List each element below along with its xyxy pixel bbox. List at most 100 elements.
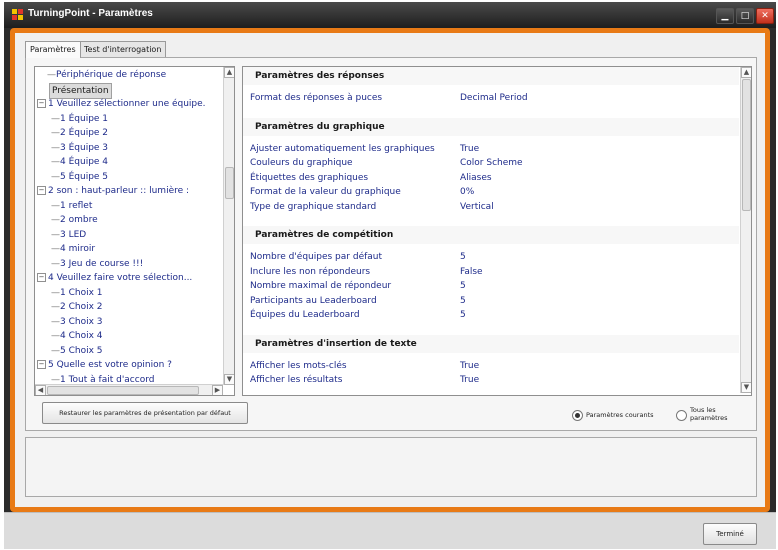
app-window: TurningPoint - Paramètres ▁ □ ✕ Paramètr…: [4, 2, 776, 549]
tree-item[interactable]: —5 Choix 5: [51, 344, 103, 358]
collapse-icon[interactable]: −: [37, 99, 46, 108]
scroll-left-icon[interactable]: ◀: [35, 385, 46, 395]
property-name[interactable]: Ajuster automatiquement les graphiques: [250, 144, 435, 154]
tree-connector: —: [51, 316, 60, 327]
tree-item-label: 3 Choix 3: [60, 316, 103, 327]
tree-item[interactable]: —3 Choix 3: [51, 315, 103, 329]
radio-current-settings[interactable]: [572, 410, 583, 421]
property-value[interactable]: True: [460, 361, 479, 371]
presentation-tree: —Périphérique de réponse Présentation −1 V…: [34, 66, 235, 396]
scroll-up-icon[interactable]: ▲: [224, 67, 234, 78]
property-value[interactable]: Decimal Period: [460, 93, 528, 103]
property-name[interactable]: Nombre d'équipes par défaut: [250, 252, 382, 262]
tree-item[interactable]: −2 son : haut-parleur :: lumière :: [37, 184, 189, 198]
close-icon[interactable]: ✕: [756, 8, 774, 24]
property-value[interactable]: 0%: [460, 187, 474, 197]
maximize-icon[interactable]: □: [736, 8, 754, 24]
property-category-title: Paramètres d'insertion de texte: [255, 338, 417, 349]
minimize-icon[interactable]: ▁: [716, 8, 734, 24]
property-name[interactable]: Nombre maximal de répondeur: [250, 281, 391, 291]
tree-connector: —: [51, 331, 60, 341]
tree-item-label: 2 son : haut-parleur :: lumière :: [48, 186, 190, 196]
tree-hscroll-thumb[interactable]: [47, 386, 199, 395]
radio-all-settings-label: Tous les paramètres: [690, 406, 728, 422]
props-scroll-up-icon[interactable]: ▲: [741, 67, 751, 78]
tree-item[interactable]: —Périphérique de réponse: [47, 68, 166, 82]
property-value[interactable]: False: [460, 267, 483, 277]
property-value[interactable]: True: [460, 375, 479, 385]
tree-item-label: 1 Veuillez sélectionner une équipe.: [48, 99, 206, 109]
tree-connector: —: [51, 244, 60, 254]
property-category-title: Paramètres du graphique: [255, 121, 385, 132]
tree-connector: —: [51, 157, 60, 167]
property-name[interactable]: Participants au Leaderboard: [250, 296, 377, 306]
tree-vertical-scrollbar[interactable]: ▲ ▼: [223, 67, 234, 385]
tree-connector: —: [51, 374, 60, 385]
property-name[interactable]: Inclure les non répondeurs: [250, 267, 370, 277]
done-button[interactable]: Terminé: [703, 523, 757, 545]
tree-item-label: 5 Quelle est votre opinion ?: [48, 360, 172, 370]
props-scroll-thumb[interactable]: [742, 79, 751, 211]
tree-item-label: 4 Choix 4: [60, 331, 103, 341]
turningpoint-logo-icon: [12, 9, 24, 21]
tree-item[interactable]: —1 Choix 1: [51, 286, 103, 300]
property-name[interactable]: Afficher les mots-clés: [250, 361, 347, 371]
tree-item[interactable]: —2 Équipe 2: [51, 126, 108, 140]
property-name[interactable]: Afficher les résultats: [250, 375, 342, 385]
tree-item[interactable]: —4 Choix 4: [51, 329, 103, 343]
window-title: TurningPoint - Paramètres: [28, 8, 153, 19]
collapse-icon[interactable]: −: [37, 273, 46, 282]
tree-item[interactable]: —2 ombre: [51, 213, 98, 227]
property-name[interactable]: Type de graphique standard: [250, 202, 376, 212]
property-value[interactable]: 5: [460, 296, 466, 306]
props-vertical-scrollbar[interactable]: ▲ ▼: [740, 67, 751, 393]
tree-item-label: 4 miroir: [60, 244, 96, 254]
tree-item[interactable]: —1 Équipe 1: [51, 112, 108, 126]
scroll-right-icon[interactable]: ▶: [212, 385, 223, 395]
tree-item-label: 3 Équipe 3: [60, 142, 109, 153]
property-value[interactable]: 5: [460, 281, 466, 291]
tree-item[interactable]: −1 Veuillez sélectionner une équipe.: [37, 97, 206, 111]
tree-connector: —: [51, 200, 60, 211]
dialog-frame: Paramètres Test d'interrogation —Périphé…: [10, 28, 770, 512]
tree-item[interactable]: —4 Équipe 4: [51, 155, 108, 169]
collapse-icon[interactable]: −: [37, 360, 46, 369]
property-value[interactable]: 5: [460, 310, 466, 320]
tree-item[interactable]: —5 Équipe 5: [51, 170, 108, 184]
tree-horizontal-scrollbar[interactable]: ◀ ▶: [35, 384, 223, 395]
collapse-icon[interactable]: −: [37, 186, 46, 195]
tree-item[interactable]: —1 reflet: [51, 199, 92, 213]
tree-item[interactable]: —3 Équipe 3: [51, 141, 108, 155]
tab-panel: —Périphérique de réponse Présentation −1 V…: [25, 57, 757, 431]
tree-item[interactable]: —4 miroir: [51, 242, 95, 256]
tab-parametres[interactable]: Paramètres: [25, 41, 81, 58]
property-name[interactable]: Équipes du Leaderboard: [250, 310, 360, 320]
property-value[interactable]: 5: [460, 252, 466, 262]
property-name[interactable]: Couleurs du graphique: [250, 158, 353, 168]
property-name[interactable]: Étiquettes des graphiques: [250, 173, 368, 183]
property-value[interactable]: Aliases: [460, 173, 492, 183]
scroll-down-icon[interactable]: ▼: [224, 374, 234, 385]
property-name[interactable]: Format des réponses à puces: [250, 93, 382, 103]
tree-item-label: 3 LED: [60, 229, 87, 240]
property-value[interactable]: Color Scheme: [460, 158, 523, 168]
tree-item[interactable]: —3 Jeu de course !!!: [51, 257, 143, 271]
property-name[interactable]: Format de la valeur du graphique: [250, 187, 401, 197]
tree-connector: —: [51, 229, 60, 240]
radio-all-settings[interactable]: [676, 410, 687, 421]
tree-item-label: 2 Choix 2: [60, 302, 103, 312]
dialog-body: Paramètres Test d'interrogation —Périphé…: [15, 33, 765, 507]
property-value[interactable]: True: [460, 144, 479, 154]
title-bar[interactable]: TurningPoint - Paramètres ▁ □ ✕: [4, 2, 776, 28]
property-value[interactable]: Vertical: [460, 202, 494, 212]
tree-item[interactable]: −5 Quelle est votre opinion ?: [37, 358, 172, 372]
restore-defaults-button[interactable]: Restaurer les paramètres de présentation…: [42, 402, 248, 424]
tab-test-interrogation[interactable]: Test d'interrogation: [79, 41, 167, 57]
tree-item[interactable]: —3 LED: [51, 228, 86, 242]
tree-item[interactable]: −4 Veuillez faire votre sélection...: [37, 271, 192, 285]
props-scroll-down-icon[interactable]: ▼: [741, 382, 751, 393]
tree-connector: —: [51, 128, 60, 138]
tree-item[interactable]: —2 Choix 2: [51, 300, 103, 314]
tree-connector: —: [51, 142, 60, 153]
tree-scroll-thumb[interactable]: [225, 167, 234, 199]
